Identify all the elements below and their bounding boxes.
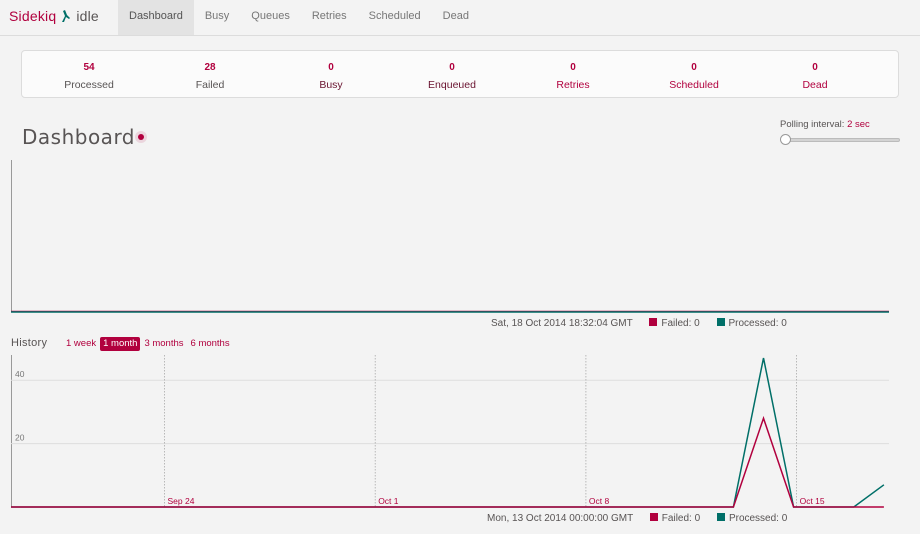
history-failed-legend: Failed: 0 (661, 513, 701, 524)
stat-scheduled[interactable]: 0 Scheduled (644, 61, 744, 93)
stat-count: 0 (570, 62, 576, 73)
stat-count: 0 (449, 62, 455, 73)
nav-tab-retries[interactable]: Retries (301, 0, 358, 35)
history-series-failed (11, 415, 884, 508)
stat-busy[interactable]: 0 Busy (281, 61, 381, 93)
stat-count: 0 (328, 62, 334, 73)
processed-swatch-icon (716, 318, 725, 326)
stat-count: 0 (691, 62, 697, 73)
sidekiq-logo-icon (62, 10, 71, 22)
history-range-1-week[interactable]: 1 week (63, 337, 99, 351)
history-legend: Mon, 13 Oct 2014 00:00:00 GMT Failed: 0 … (487, 513, 787, 524)
stat-count: 28 (204, 62, 216, 73)
processed-swatch-icon (716, 513, 725, 521)
navbar: Sidekiq idle Dashboard Busy Queues Retries Sc… (0, 0, 920, 36)
polling-interval-text: Polling interval: (780, 119, 845, 130)
history-processed-legend: Processed: 0 (728, 513, 788, 524)
stat-dead[interactable]: 0 Dead (765, 61, 865, 93)
polling-interval-slider[interactable] (784, 138, 900, 142)
polling-interval-label: Polling interval: 2 sec (780, 119, 870, 130)
realtime-graph (11, 160, 889, 313)
failed-swatch-icon (649, 318, 658, 326)
realtime-processed-legend: Processed: 0 (728, 318, 787, 329)
history-range-6-months[interactable]: 6 months (188, 337, 233, 351)
nav-tabs: Dashboard Busy Queues Retries Scheduled Dead (118, 0, 480, 35)
stat-label: Busy (319, 79, 343, 91)
stat-label: Retries (556, 79, 590, 91)
history-graph: 20 40 Sep 24 Oct 1 Oct 8 Oct 15 (11, 355, 889, 508)
realtime-timestamp: Sat, 18 Oct 2014 18:32:04 GMT (491, 318, 633, 329)
stats-bar: 54 Processed 28 Failed 0 Busy 0 Enqueued 0 Retrie… (21, 50, 899, 98)
stat-count: 0 (812, 62, 818, 73)
stat-failed[interactable]: 28 Failed (160, 61, 260, 93)
nav-tab-queues[interactable]: Queues (240, 0, 301, 35)
stat-count: 54 (83, 62, 95, 73)
beacon-dot-icon (138, 134, 144, 140)
polling-interval-slider-handle[interactable] (780, 134, 791, 145)
stat-label: Dead (802, 79, 828, 91)
stat-label: Failed (195, 79, 225, 91)
brand-name[interactable]: Sidekiq (9, 8, 56, 24)
beacon-indicator (135, 131, 147, 143)
stat-label: Processed (64, 79, 114, 91)
stat-label: Enqueued (428, 79, 476, 91)
history-range-links: 1 week 1 month 3 months 6 months (63, 337, 234, 351)
stat-processed[interactable]: 54 Processed (39, 61, 139, 93)
brand[interactable]: Sidekiq idle (9, 8, 99, 24)
polling-interval-value: 2 sec (847, 119, 870, 130)
history-range-1-month[interactable]: 1 month (100, 337, 141, 351)
history-timestamp: Mon, 13 Oct 2014 00:00:00 GMT (487, 513, 634, 524)
history-x-tick-label: Oct 8 (589, 496, 610, 506)
realtime-failed-legend: Failed: 0 (661, 318, 700, 329)
realtime-legend: Sat, 18 Oct 2014 18:32:04 GMT Failed: 0 … (491, 318, 787, 329)
nav-tab-dead[interactable]: Dead (432, 0, 480, 35)
stat-enqueued[interactable]: 0 Enqueued (402, 61, 502, 93)
history-x-tick-label: Oct 15 (800, 496, 825, 506)
history-x-tick-label: Sep 24 (168, 496, 195, 506)
nav-tab-scheduled[interactable]: Scheduled (358, 0, 432, 35)
stat-retries[interactable]: 0 Retries (523, 61, 623, 93)
history-y-tick-label: 20 (15, 433, 25, 443)
history-y-tick-label: 40 (15, 369, 25, 379)
failed-swatch-icon (649, 513, 658, 521)
history-x-tick-label: Oct 1 (378, 496, 399, 506)
status-indicator: idle (76, 8, 99, 24)
page-title: Dashboard (22, 125, 136, 149)
history-range-3-months[interactable]: 3 months (141, 337, 186, 351)
nav-tab-busy[interactable]: Busy (194, 0, 240, 35)
stat-label: Scheduled (669, 79, 719, 91)
nav-tab-dashboard[interactable]: Dashboard (118, 0, 194, 35)
history-title: History (11, 337, 48, 349)
